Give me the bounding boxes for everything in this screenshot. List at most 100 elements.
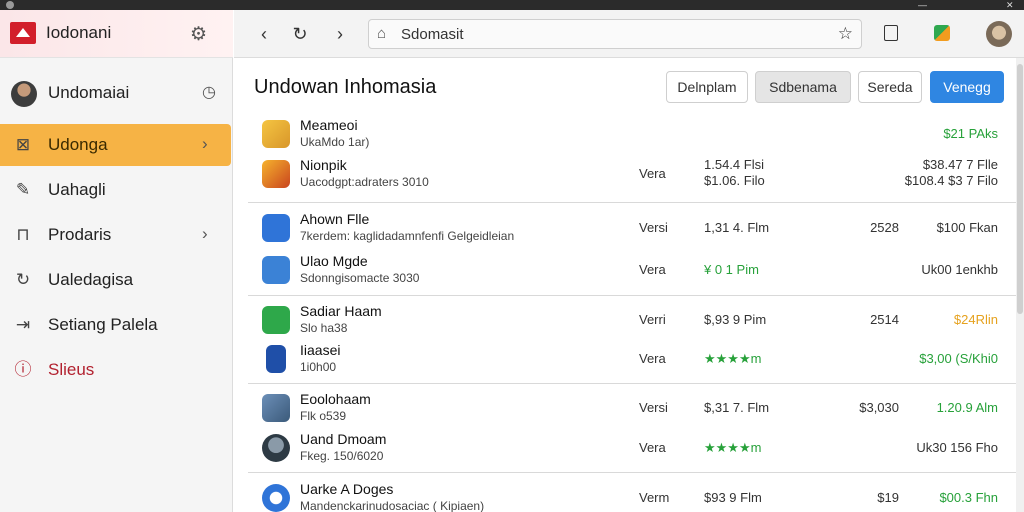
row-name: Meameoi [300,117,358,133]
row-version: Vera [639,440,666,455]
sidebar-item-label: Undomaiai [48,83,130,102]
row-size-line: $1.06. Filo [704,173,765,188]
sidebar-item-uahagli[interactable]: ✎ Uahagli [0,169,233,211]
sidebar-item-label: Udonga [48,135,108,154]
brand-title: Iodonani [46,23,112,42]
minimize-icon[interactable]: — [918,0,927,10]
app-icon [262,160,290,188]
forward-icon[interactable]: › [328,22,352,46]
sdbenama-button[interactable]: Sdbenama [755,71,851,103]
timer-icon[interactable]: ◷ [202,82,216,102]
row-subtitle: UkaMdo 1ar) [300,135,370,149]
row-version: Vera [639,166,666,181]
row-name: Sadiar Haam [300,303,382,319]
row-price: $21 PAks [943,126,998,141]
row-name: Ulao Mgde [300,253,368,269]
row-price: Uk30 156 Fho [916,440,998,455]
row-name: Uarke A Doges [300,481,394,497]
sidebar-item-profile[interactable]: Undomaiai ◷ [0,72,233,114]
tab-count-icon[interactable] [884,25,898,41]
bookmark-star-icon[interactable]: ☆ [838,24,853,44]
sereda-button[interactable]: Sereda [858,71,922,103]
row-name: Iiaasei [300,342,341,358]
table-row[interactable]: Sadiar Haam Slo ha38 Verri $,93 9 Pim 25… [234,300,1016,340]
row-name: Ahown Flle [300,211,370,227]
box-icon: ⊠ [15,135,31,154]
table-row[interactable]: Eoolohaam Flk o539 Versi $,31 7. Flm $3,… [234,388,1016,428]
page-title: Undowan Inhomasia [254,76,437,98]
row-price: $3,00 (S/Khi0 [919,351,998,366]
back-icon[interactable]: ‹ [252,22,276,46]
close-icon[interactable]: ✕ [1006,0,1014,10]
divider [248,295,1016,296]
table-row[interactable]: Uand Dmoam Fkeg. 150/6020 Vera ★★★★m Uk3… [234,428,1016,468]
bag-icon: ⊓ [16,225,30,244]
row-subtitle: Flk o539 [300,409,347,423]
refresh-icon: ↻ [15,270,31,289]
divider [248,472,1016,473]
window-menu-icon[interactable] [6,1,14,9]
info-icon: ⓘ [14,360,32,379]
app-icon [262,214,290,242]
app-icon [262,394,290,422]
sidebar-item-ualedagisa[interactable]: ↻ Ualedagisa [0,259,233,301]
table-row[interactable]: Nionpik Uacodgpt:adraters 3010 Vera 1.54… [234,154,1016,194]
scrollbar[interactable] [1016,58,1024,512]
sidebar-item-setiang-palela[interactable]: ⇥ Setiang Palela [0,304,233,346]
divider [248,202,1016,203]
brand-logo-icon[interactable] [10,22,36,44]
app-icon [262,256,290,284]
row-version: Verri [639,312,666,327]
row-version: Verm [639,490,670,505]
table-row[interactable]: Ahown Flle 7kerdem: kaglidadamnfenfi Gel… [234,208,1016,248]
row-price: $100 Fkan [936,220,998,235]
table-row[interactable]: Iiaasei 1i0h00 Vera ★★★★m $3,00 (S/Khi0 [234,339,1016,379]
sidebar-item-udonga[interactable]: ⊠ Udonga › [0,124,231,166]
profile-avatar[interactable] [986,21,1012,47]
row-version: Versi [639,400,668,415]
row-rating: ★★★★m [704,351,762,366]
delnplam-button[interactable]: Delnplam [666,71,748,103]
reload-icon[interactable]: ↻ [288,22,312,46]
table-row[interactable]: Meameoi UkaMdo 1ar) $21 PAks [234,114,1016,154]
avatar [11,81,37,107]
row-price-line: $108.4 $3 7 Filo [904,173,998,188]
export-icon: ⇥ [15,315,31,334]
venegg-button[interactable]: Venegg [930,71,1004,103]
app-icon [266,345,286,373]
row-count: 2528 [870,220,899,235]
row-price-line: $38.47 7 Flle [922,157,998,172]
row-subtitle: Sdonngisomacte 3030 [300,271,420,285]
sidebar-item-prodaris[interactable]: ⊓ Prodaris › [0,214,233,256]
gear-icon[interactable]: ⚙ [190,23,207,46]
sidebar: Iodonani ⚙ Undomaiai ◷ ⊠ Udonga › ✎ Uaha… [0,10,233,512]
browser-toolbar: ‹ ↻ › ⌂ Sdomasit ☆ [234,10,1024,58]
sidebar-item-label: Ualedagisa [48,270,134,289]
row-subtitle: 7kerdem: kaglidadamnfenfi Gelgeidleian [300,229,515,243]
sidebar-item-slieus[interactable]: ⓘ Slieus [0,349,233,391]
row-subtitle: Fkeg. 150/6020 [300,449,384,463]
sidebar-item-label: Uahagli [48,180,106,199]
window-titlebar: — ✕ [0,0,1024,10]
row-size: $,93 9 Pim [704,312,767,327]
main-content: Undowan Inhomasia Delnplam Sdbenama Sere… [234,58,1016,512]
app-icon [262,120,290,148]
row-size: $,31 7. Flm [704,400,770,415]
sidebar-item-label: Prodaris [48,225,112,244]
sidebar-item-label: Setiang Palela [48,315,158,334]
chevron-right-icon: › [202,224,208,243]
row-subtitle: Uacodgpt:adraters 3010 [300,175,429,189]
row-rating: ★★★★m [704,440,762,455]
extension-icon[interactable] [934,25,950,41]
table-row[interactable]: Uarke A Doges Mandenckarinudosaciac ( Ki… [234,478,1016,512]
pencil-icon: ✎ [15,180,31,199]
row-price: $38.47 7 Flle $108.4 $3 7 Filo [905,157,998,189]
table-row[interactable]: Ulao Mgde Sdonngisomacte 3030 Vera ¥ 0 1… [234,250,1016,290]
row-size: 1,31 4. Flm [704,220,770,235]
row-name: Eoolohaam [300,391,371,407]
scrollbar-thumb[interactable] [1017,64,1023,314]
row-subtitle: Slo ha38 [300,321,348,335]
address-bar[interactable]: ⌂ Sdomasit ☆ [368,19,862,49]
row-version: Versi [639,220,668,235]
row-price: $24Rlin [953,312,998,327]
